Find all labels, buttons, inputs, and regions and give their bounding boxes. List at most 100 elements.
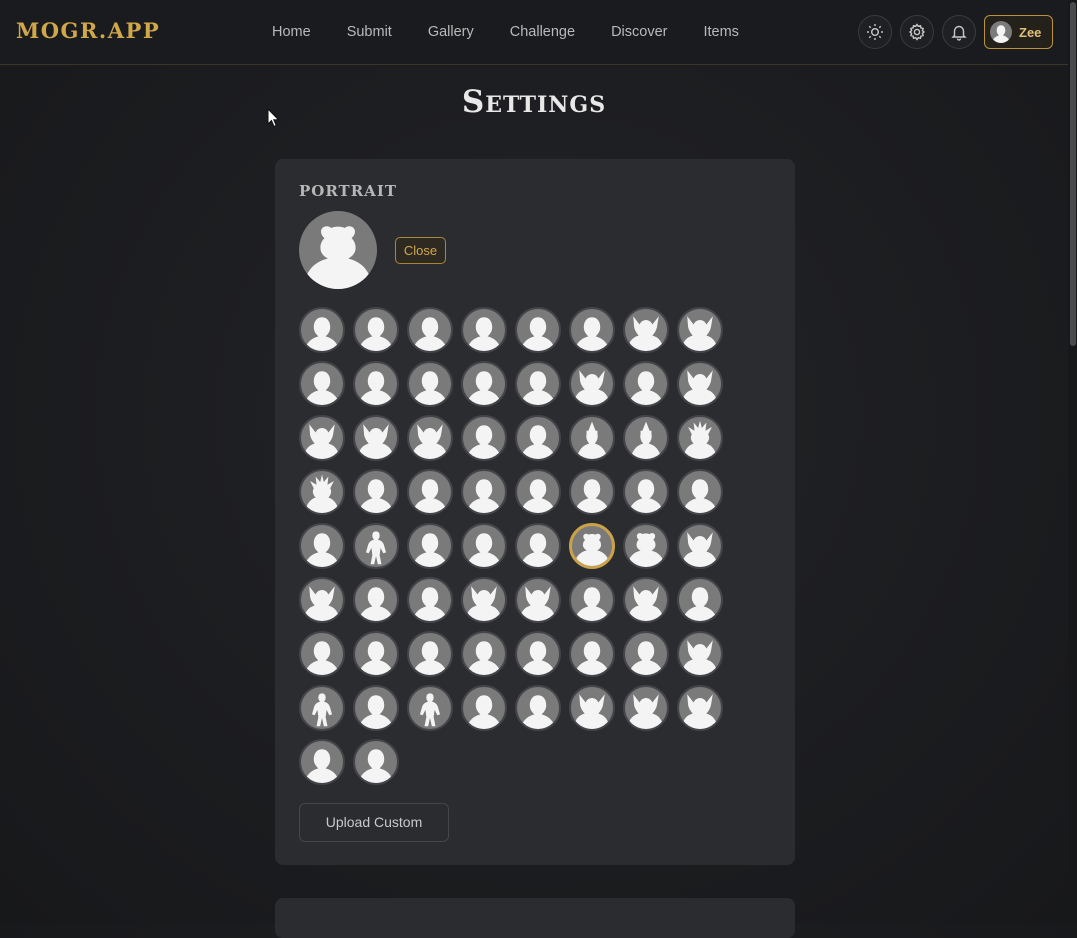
portrait-option[interactable] (515, 307, 561, 353)
settings-button[interactable] (900, 15, 934, 49)
portrait-option[interactable] (461, 577, 507, 623)
portrait-option[interactable] (299, 577, 345, 623)
full-body-silhouette-icon (365, 531, 387, 565)
portrait-option[interactable] (407, 523, 453, 569)
bust-silhouette-icon (466, 479, 502, 513)
site-logo[interactable]: MOGR.APP (16, 18, 160, 43)
bust-silhouette-icon (412, 371, 448, 405)
portrait-option[interactable] (515, 469, 561, 515)
scrollbar-thumb[interactable] (1070, 2, 1076, 346)
portrait-option[interactable] (353, 415, 399, 461)
portrait-option[interactable] (677, 523, 723, 569)
portrait-option[interactable] (353, 307, 399, 353)
portrait-option[interactable] (407, 361, 453, 407)
portrait-option[interactable] (299, 361, 345, 407)
horned-silhouette-icon (302, 586, 341, 621)
portrait-option[interactable] (515, 415, 561, 461)
portrait-option[interactable] (353, 577, 399, 623)
portrait-option[interactable] (461, 469, 507, 515)
portrait-option[interactable] (623, 361, 669, 407)
nav-challenge[interactable]: Challenge (492, 22, 593, 42)
portrait-option[interactable] (623, 577, 669, 623)
horned-silhouette-icon (302, 424, 341, 459)
portrait-option[interactable] (299, 523, 345, 569)
portrait-option[interactable] (461, 685, 507, 731)
portrait-option[interactable] (623, 415, 669, 461)
nav-items[interactable]: Items (685, 22, 756, 42)
portrait-option[interactable] (299, 685, 345, 731)
portrait-option[interactable] (569, 469, 615, 515)
nav-discover[interactable]: Discover (593, 22, 685, 42)
bust-silhouette-icon (412, 641, 448, 675)
portrait-option[interactable] (515, 631, 561, 677)
bust-silhouette-icon (520, 425, 556, 459)
bust-silhouette-icon (628, 479, 664, 513)
portrait-option[interactable] (569, 631, 615, 677)
portrait-option[interactable] (299, 469, 345, 515)
portrait-option[interactable] (677, 361, 723, 407)
horned-silhouette-icon (680, 370, 719, 405)
portrait-option[interactable] (623, 307, 669, 353)
close-button[interactable]: Close (395, 237, 446, 264)
bust-silhouette-icon (466, 695, 502, 729)
portrait-option[interactable] (299, 739, 345, 785)
portrait-option[interactable] (461, 361, 507, 407)
notifications-button[interactable] (942, 15, 976, 49)
horned-silhouette-icon (626, 316, 665, 351)
portrait-option[interactable] (623, 685, 669, 731)
portrait-option[interactable] (461, 307, 507, 353)
portrait-option[interactable] (515, 577, 561, 623)
portrait-option[interactable] (299, 415, 345, 461)
portrait-option[interactable] (623, 469, 669, 515)
portrait-option[interactable] (515, 523, 561, 569)
portrait-option[interactable] (623, 523, 669, 569)
portrait-option[interactable] (299, 307, 345, 353)
theme-toggle-button[interactable] (858, 15, 892, 49)
portrait-option[interactable] (407, 577, 453, 623)
portrait-option[interactable] (353, 739, 399, 785)
portrait-option[interactable] (569, 685, 615, 731)
portrait-option[interactable] (515, 361, 561, 407)
nav-submit[interactable]: Submit (329, 22, 410, 42)
portrait-option[interactable] (299, 631, 345, 677)
sun-icon (867, 24, 883, 40)
portrait-option[interactable] (569, 577, 615, 623)
portrait-option[interactable] (515, 685, 561, 731)
portrait-option[interactable] (569, 415, 615, 461)
portrait-option[interactable] (353, 469, 399, 515)
portrait-option[interactable] (407, 307, 453, 353)
horned-silhouette-icon (680, 532, 719, 567)
portrait-option[interactable] (569, 361, 615, 407)
bust-silhouette-icon (682, 479, 718, 513)
portrait-option[interactable] (569, 307, 615, 353)
bust-silhouette-icon (520, 641, 556, 675)
portrait-option[interactable] (461, 631, 507, 677)
user-menu-button[interactable]: Zee (984, 15, 1053, 49)
upload-custom-button[interactable]: Upload Custom (299, 803, 449, 842)
portrait-option[interactable] (353, 523, 399, 569)
portrait-option[interactable] (677, 415, 723, 461)
portrait-option[interactable] (407, 685, 453, 731)
bust-silhouette-icon (304, 641, 340, 675)
portrait-option[interactable] (677, 469, 723, 515)
portrait-option[interactable] (353, 685, 399, 731)
portrait-option[interactable] (677, 577, 723, 623)
portrait-option[interactable] (353, 361, 399, 407)
portrait-option[interactable] (569, 523, 615, 569)
portrait-option[interactable] (677, 307, 723, 353)
horned-silhouette-icon (626, 694, 665, 729)
portrait-option[interactable] (677, 685, 723, 731)
portrait-option[interactable] (353, 631, 399, 677)
portrait-option[interactable] (461, 523, 507, 569)
nav-home[interactable]: Home (254, 22, 329, 42)
bust-silhouette-icon (520, 479, 556, 513)
portrait-option[interactable] (623, 631, 669, 677)
portrait-option[interactable] (407, 469, 453, 515)
nav-gallery[interactable]: Gallery (410, 22, 492, 42)
portrait-option[interactable] (407, 631, 453, 677)
portrait-option[interactable] (407, 415, 453, 461)
bust-silhouette-icon (466, 425, 502, 459)
portrait-option[interactable] (677, 631, 723, 677)
portrait-option[interactable] (461, 415, 507, 461)
bust-silhouette-icon (466, 317, 502, 351)
